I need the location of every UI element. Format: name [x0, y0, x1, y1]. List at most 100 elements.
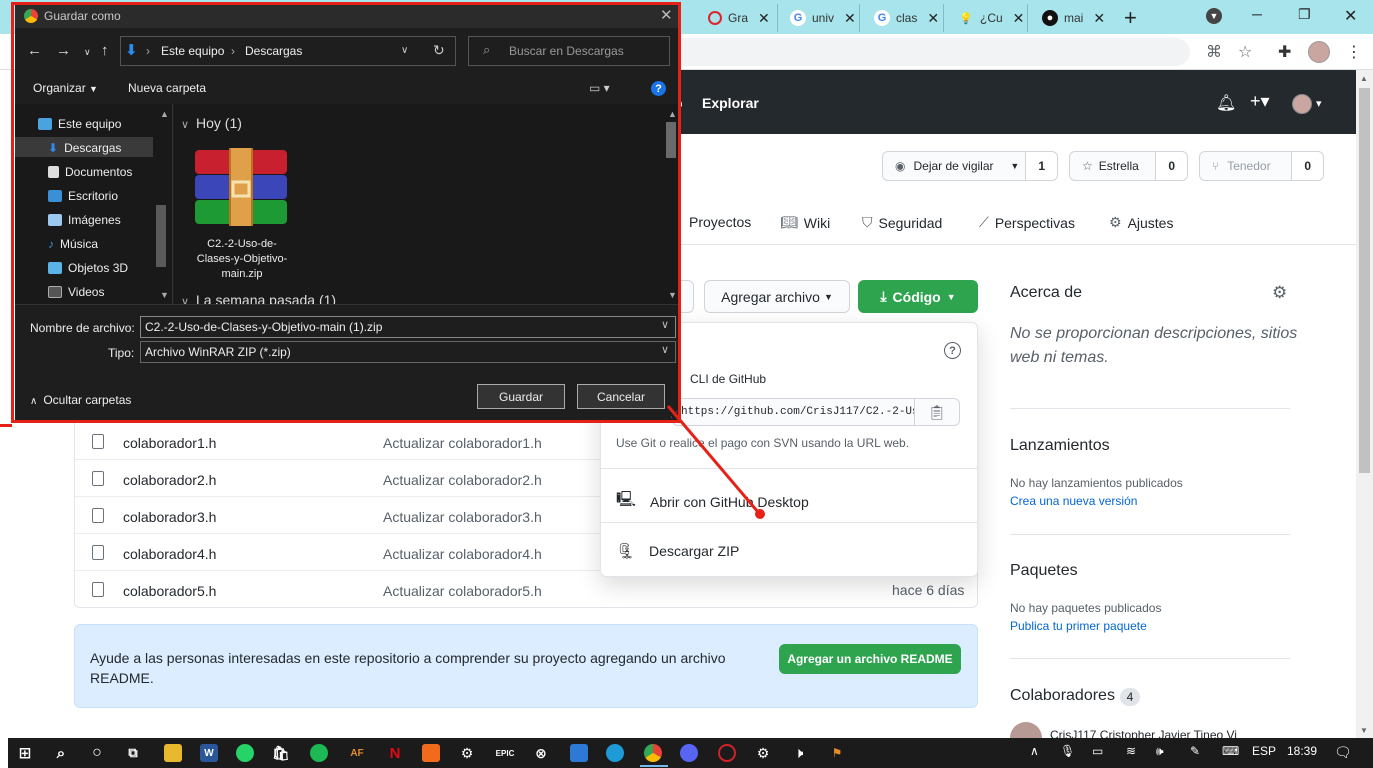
- tray-expand-icon[interactable]: ∧: [1030, 744, 1039, 758]
- table-row[interactable]: colaborador3.h Actualizar colaborador3.h: [75, 496, 600, 533]
- bookmark-star-icon[interactable]: ☆: [1238, 42, 1252, 62]
- star-button[interactable]: ☆ Estrella 0: [1069, 151, 1188, 181]
- file-name[interactable]: colaborador5.h: [123, 583, 216, 599]
- file-name[interactable]: colaborador4.h: [123, 546, 216, 562]
- spotify-icon[interactable]: [310, 744, 328, 762]
- search-icon[interactable]: ⌕: [52, 744, 70, 762]
- minimize-icon[interactable]: ─: [1252, 6, 1262, 22]
- chrome-icon[interactable]: [644, 744, 662, 762]
- browser-tab-4[interactable]: 💡 ¿Cu ✕: [950, 4, 1028, 32]
- window-close-icon[interactable]: ✕: [1344, 6, 1357, 26]
- maximize-icon[interactable]: ❐: [1298, 6, 1311, 23]
- notifications-bell-icon[interactable]: 🔔︎: [1216, 93, 1236, 113]
- discord-icon[interactable]: [680, 744, 698, 762]
- commit-message[interactable]: Actualizar colaborador5.h: [383, 583, 542, 599]
- watch-count[interactable]: 1: [1025, 152, 1057, 180]
- file-explorer-icon[interactable]: [164, 744, 182, 762]
- battery-icon[interactable]: ▭: [1092, 744, 1103, 758]
- opera-icon[interactable]: [718, 744, 736, 762]
- table-row[interactable]: colaborador2.h Actualizar colaborador2.h: [75, 459, 600, 496]
- keyboard-icon[interactable]: ⌨: [1222, 744, 1239, 758]
- xbox-icon[interactable]: ⊗: [532, 744, 550, 762]
- close-icon[interactable]: ✕: [758, 10, 770, 27]
- star-count[interactable]: 0: [1155, 152, 1187, 180]
- language-indicator[interactable]: ESP: [1252, 744, 1276, 758]
- microphone-icon[interactable]: 🎙︎: [1060, 744, 1075, 758]
- extensions-icon[interactable]: ✚: [1278, 42, 1291, 62]
- windows-start-icon[interactable]: ⊞: [16, 744, 34, 762]
- app-flag-icon[interactable]: ⚑: [828, 744, 846, 762]
- netflix-icon[interactable]: N: [386, 744, 404, 762]
- releases-title[interactable]: Lanzamientos: [1010, 437, 1110, 455]
- word-icon[interactable]: W: [200, 744, 218, 762]
- pen-icon[interactable]: ✎: [1190, 744, 1200, 758]
- add-file-button[interactable]: Agregar archivo ▼: [704, 280, 850, 313]
- user-avatar[interactable]: [1292, 94, 1312, 114]
- chevron-down-icon[interactable]: ▾: [1316, 97, 1322, 110]
- gear-icon[interactable]: ⚙: [1272, 283, 1287, 303]
- notifications-icon[interactable]: 🗨︎: [1334, 744, 1352, 761]
- steam-icon[interactable]: ⚙: [458, 744, 476, 762]
- packages-title[interactable]: Paquetes: [1010, 562, 1078, 580]
- contributor-avatar[interactable]: [1010, 722, 1042, 738]
- tab-projects[interactable]: Proyectos: [689, 214, 751, 230]
- clipboard-icon[interactable]: 📋︎: [914, 398, 960, 426]
- commit-message[interactable]: Actualizar colaborador2.h: [383, 472, 542, 488]
- store-icon[interactable]: 🛍︎: [272, 744, 290, 762]
- commit-message[interactable]: Actualizar colaborador3.h: [383, 509, 542, 525]
- tab-security[interactable]: ⛉ Seguridad: [862, 214, 942, 231]
- tab-settings[interactable]: ⚙ Ajustes: [1109, 214, 1173, 231]
- close-icon[interactable]: ✕: [927, 10, 939, 27]
- task-view-icon[interactable]: ⧉: [124, 744, 142, 762]
- header-explore-link[interactable]: Explorar: [702, 95, 759, 111]
- browser-tab-2[interactable]: G univ ✕: [782, 4, 860, 32]
- contributor-name[interactable]: CrisJ117 Cristopher Javier Tineo Vi: [1050, 728, 1237, 738]
- tab-insights[interactable]: ⟋ Perspectivas: [979, 214, 1075, 231]
- create-new-icon[interactable]: +▾: [1250, 91, 1270, 112]
- fork-button[interactable]: ⑂ Tenedor 0: [1199, 151, 1324, 181]
- help-icon[interactable]: ?: [944, 342, 961, 359]
- file-name[interactable]: colaborador1.h: [123, 435, 216, 451]
- scroll-up-icon[interactable]: ▲: [1360, 74, 1368, 83]
- address-bar[interactable]: [660, 38, 1190, 66]
- fork-count[interactable]: 0: [1291, 152, 1323, 180]
- browser-tab-1[interactable]: Gra ✕: [700, 4, 778, 32]
- app-orange-icon[interactable]: [422, 744, 440, 762]
- volume-icon[interactable]: 🕪︎: [1156, 744, 1164, 759]
- translate-icon[interactable]: ⌘: [1206, 42, 1222, 62]
- settings-icon[interactable]: ⚙: [754, 744, 772, 762]
- browser-tab-3[interactable]: G clas ✕: [866, 4, 944, 32]
- commit-message[interactable]: Actualizar colaborador1.h: [383, 435, 542, 451]
- cortana-icon[interactable]: ○: [88, 744, 106, 762]
- epic-games-icon[interactable]: EPIC: [496, 744, 515, 762]
- tab-wiki[interactable]: 📖︎ Wiki: [780, 214, 830, 231]
- new-tab-button[interactable]: +: [1124, 5, 1137, 31]
- file-name[interactable]: colaborador2.h: [123, 472, 216, 488]
- table-row[interactable]: colaborador1.h Actualizar colaborador1.h: [75, 422, 600, 459]
- publish-package-link[interactable]: Publica tu primer paquete: [1010, 619, 1147, 633]
- app-af-icon[interactable]: AF: [348, 744, 366, 762]
- page-scrollbar-thumb[interactable]: [1359, 88, 1370, 473]
- commit-message[interactable]: Actualizar colaborador4.h: [383, 546, 542, 562]
- table-row[interactable]: colaborador5.h Actualizar colaborador5.h: [75, 570, 600, 607]
- speaker-app-icon[interactable]: 🕨︎: [790, 744, 808, 762]
- create-release-link[interactable]: Crea una nueva versión: [1010, 494, 1137, 508]
- code-button[interactable]: ⤓ Código ▼: [858, 280, 978, 313]
- watch-button[interactable]: ◉ Dejar de vigilar ▼ 1: [882, 151, 1058, 181]
- clock[interactable]: 18:39: [1287, 744, 1317, 758]
- edge-icon[interactable]: [606, 744, 624, 762]
- scroll-down-icon[interactable]: ▼: [1360, 726, 1368, 735]
- browser-tab-5[interactable]: ● mai ✕: [1034, 4, 1112, 32]
- add-readme-button[interactable]: Agregar un archivo README: [779, 644, 961, 674]
- file-name[interactable]: colaborador3.h: [123, 509, 216, 525]
- wifi-icon[interactable]: ≋: [1126, 744, 1136, 758]
- table-row[interactable]: colaborador4.h Actualizar colaborador4.h: [75, 533, 600, 570]
- tab-search-icon[interactable]: ▼: [1206, 8, 1222, 24]
- profile-avatar[interactable]: [1308, 41, 1330, 63]
- contributors-title[interactable]: Colaboradores: [1010, 687, 1115, 705]
- mail-icon[interactable]: [570, 744, 588, 762]
- close-icon[interactable]: ✕: [1013, 10, 1025, 27]
- chrome-menu-icon[interactable]: ⋮: [1346, 42, 1362, 62]
- close-icon[interactable]: ✕: [844, 10, 856, 27]
- close-icon[interactable]: ✕: [1093, 10, 1105, 27]
